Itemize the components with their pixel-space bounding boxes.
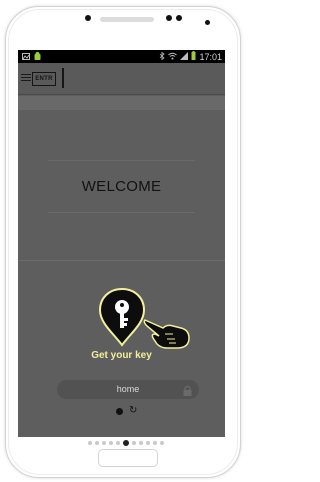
welcome-top-rule	[48, 160, 195, 161]
location-field[interactable]: home	[57, 380, 199, 399]
welcome-heading: WELCOME	[81, 178, 162, 195]
light-sensor	[205, 20, 210, 25]
wifi-icon	[168, 52, 178, 62]
signal-icon	[180, 51, 189, 62]
get-key-button[interactable]	[97, 287, 147, 347]
front-camera	[166, 15, 172, 21]
get-key-label[interactable]: Get your key	[18, 350, 225, 361]
welcome-bottom-rule	[48, 212, 195, 213]
home-button[interactable]	[98, 449, 158, 467]
status-bar: 17:01	[18, 50, 225, 63]
tap-hand-icon	[143, 312, 193, 352]
sub-header-bar	[18, 96, 225, 110]
android-notification-icon	[34, 52, 41, 62]
refresh-icon[interactable]: ↻	[129, 405, 137, 416]
image-notification-icon	[22, 52, 30, 62]
app-screen: 17:01 ENTR WELCOME Get your key home ↻	[18, 50, 225, 437]
front-sensor	[85, 15, 91, 21]
section-divider	[18, 260, 225, 261]
hamburger-menu-icon[interactable]	[21, 74, 31, 82]
app-logo: ENTR	[32, 72, 56, 86]
logo-divider	[62, 68, 64, 88]
status-time: 17:01	[199, 51, 222, 62]
app-bar: ENTR	[18, 63, 225, 95]
earpiece-speaker	[100, 17, 154, 22]
page-indicator-dot	[116, 408, 123, 415]
bluetooth-icon	[159, 51, 166, 62]
key-pin-icon	[98, 287, 146, 347]
lock-icon	[183, 384, 192, 396]
proximity-sensor	[176, 15, 182, 21]
location-value: home	[116, 384, 140, 394]
battery-icon	[191, 51, 196, 62]
